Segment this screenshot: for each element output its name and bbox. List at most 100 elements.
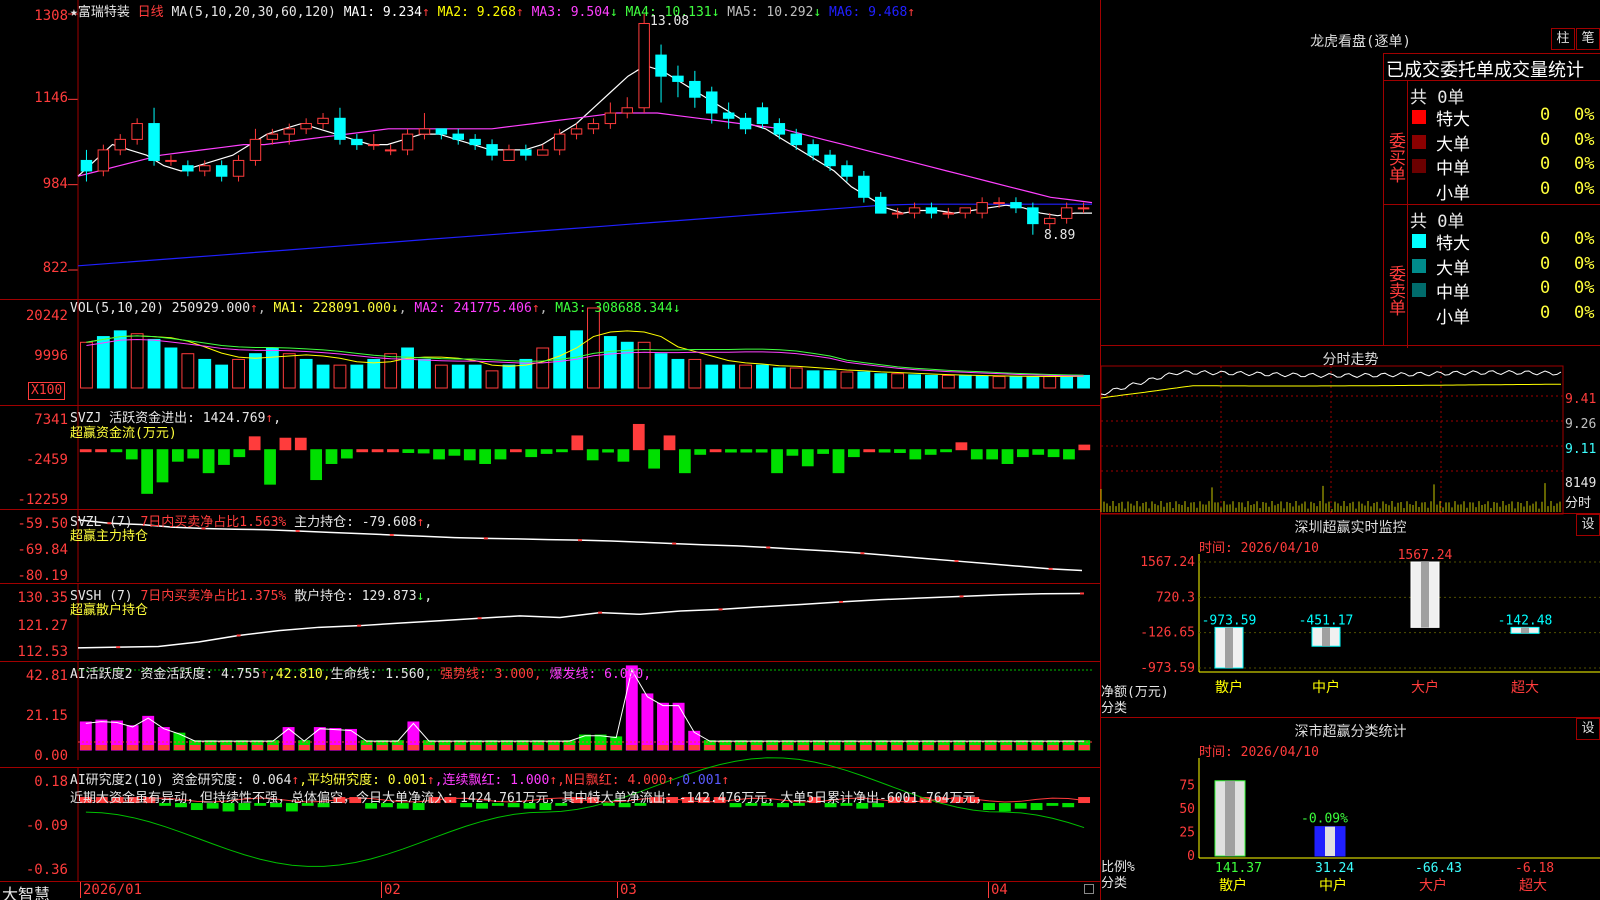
candle xyxy=(351,138,363,146)
ai1-arrow: ↑ xyxy=(260,667,268,682)
bar xyxy=(141,449,154,494)
candle xyxy=(435,128,448,135)
base-bar xyxy=(641,745,653,750)
bar xyxy=(218,449,230,465)
ratio-bar-shade xyxy=(1225,780,1235,856)
base-bar xyxy=(1000,745,1012,750)
base-bar xyxy=(907,745,919,750)
bar xyxy=(878,449,891,453)
intraday-panel[interactable]: 分时走势 9.41 9.26 9.11 8149 分时 xyxy=(1100,346,1600,515)
star-icon[interactable]: ★ xyxy=(70,5,78,20)
bar-value: 141.37 xyxy=(1215,861,1262,876)
svzl-pane[interactable]: SVZL (7) 7日内买卖净占比1.563% 主力持仓: -79.608↑, … xyxy=(0,510,1100,584)
bar xyxy=(786,449,799,456)
volume-bar xyxy=(739,364,752,389)
lock-icon[interactable] xyxy=(1084,884,1094,894)
bar xyxy=(417,449,430,454)
candle xyxy=(283,128,295,135)
candle xyxy=(401,133,414,151)
ai-activity-pane[interactable]: AI活跃度2 资金活跃度: 4.755↑,42.810,生命线: 1.560, … xyxy=(0,662,1100,768)
volume-bar xyxy=(485,370,499,389)
date-axis[interactable]: 大智慧 2026/01 02 03 04 xyxy=(0,882,1100,900)
holding-tick xyxy=(954,560,959,563)
volume-bar xyxy=(857,371,871,389)
bar xyxy=(955,442,968,451)
bar xyxy=(1047,449,1060,458)
bar xyxy=(371,449,384,453)
candle xyxy=(334,117,346,140)
bar xyxy=(657,702,669,751)
candle xyxy=(790,133,802,146)
base-bar xyxy=(220,745,232,750)
bar-mode-button[interactable]: 柱 xyxy=(1551,28,1575,50)
ai2-label: 资金研究度: 0.064 xyxy=(171,773,292,788)
ai2-cons: ,连续飘红: 1.000 xyxy=(434,773,550,788)
bar-value: -142.48 xyxy=(1498,613,1553,628)
order-percent: 0% xyxy=(1574,129,1595,150)
order-row: 大单 0 0% xyxy=(1410,129,1600,155)
vol-ma3-arrow: ↓ xyxy=(672,301,681,316)
volume-bar xyxy=(603,336,617,389)
bar xyxy=(970,449,983,460)
tick-mode-button[interactable]: 笔 xyxy=(1576,28,1600,50)
base-bar xyxy=(1047,745,1059,750)
ai-research-pane[interactable]: AI研究度2(10) 资金研究度: 0.064↑,平均研究度: 0.001↑,连… xyxy=(0,757,1100,882)
candle xyxy=(672,75,684,82)
vol-ma1: MA1: 228091.000 xyxy=(273,301,391,316)
holding-tick xyxy=(1080,592,1084,595)
candle xyxy=(249,138,262,161)
base-bar xyxy=(985,745,997,750)
base-bar xyxy=(267,745,279,750)
bar xyxy=(678,449,691,474)
svzj-pane[interactable]: SVZJ 活跃资金进出: 1424.769↑, 超赢资金流(万元) 7341 -… xyxy=(0,406,1100,516)
category-label: 散户 xyxy=(1215,679,1243,696)
base-bar xyxy=(376,745,388,750)
volume-bar xyxy=(113,330,127,389)
bar xyxy=(494,449,507,460)
bar xyxy=(986,449,999,460)
kline-pane[interactable]: ★富瑞特装 日线 MA(5,10,20,30,60,120) MA1: 9.23… xyxy=(0,0,1100,300)
order-swatch xyxy=(1412,307,1426,322)
period-label[interactable]: 日线 xyxy=(138,5,164,20)
base-bar xyxy=(361,745,373,750)
intraday-chart[interactable] xyxy=(1100,346,1600,515)
order-count: 0 xyxy=(1540,105,1551,125)
bar xyxy=(832,449,845,474)
unit-badge[interactable]: X100 xyxy=(28,382,66,400)
holding-tick xyxy=(839,600,844,603)
base-bar xyxy=(111,745,123,750)
base-bar xyxy=(236,745,248,750)
bar xyxy=(79,449,92,453)
screen: ★富瑞特装 日线 MA(5,10,20,30,60,120) MA1: 9.23… xyxy=(0,0,1600,900)
kline-chart[interactable] xyxy=(0,0,1100,300)
brand-label[interactable]: 大智慧 xyxy=(2,881,50,900)
candle xyxy=(317,117,329,125)
candle xyxy=(756,107,769,125)
volume-bar xyxy=(130,333,144,389)
bar xyxy=(340,449,353,459)
volume-pane[interactable]: VOL(5,10,20) 250929.000↑, MA1: 228091.00… xyxy=(0,300,1100,406)
holding-tick xyxy=(598,611,603,614)
ma-arrow-5: ↓ xyxy=(813,5,822,20)
svsh-pane[interactable]: SVSH (7) 7日内买卖净占比1.375% 散户持仓: 129.873↓, … xyxy=(0,584,1100,662)
buy-block: 委买单 共 0单 特大 0 0% 大单 0 0% 中单 0 0% 小单 0 0% xyxy=(1384,80,1600,205)
stock-name: 富瑞特装 xyxy=(77,5,130,20)
base-bar xyxy=(657,745,669,750)
bar xyxy=(187,449,200,459)
base-bar xyxy=(829,745,841,750)
bar xyxy=(110,449,123,453)
bar xyxy=(448,449,461,456)
base-bar xyxy=(392,745,404,750)
volume-bar xyxy=(333,364,347,389)
y-tick: -0.36 xyxy=(25,862,68,878)
volume-bar xyxy=(1009,376,1023,389)
bar xyxy=(602,449,614,453)
ma-values: MA1: 9.234↑ MA2: 9.268↑ MA3: 9.504↓ MA4:… xyxy=(344,5,915,20)
candle xyxy=(80,159,93,172)
bar xyxy=(156,449,169,483)
y-tick: -12259 xyxy=(17,492,68,508)
ma-value-5: MA5: 10.292 xyxy=(719,5,814,20)
candle xyxy=(604,112,617,125)
bar xyxy=(1001,449,1014,464)
base-bar xyxy=(922,745,934,750)
